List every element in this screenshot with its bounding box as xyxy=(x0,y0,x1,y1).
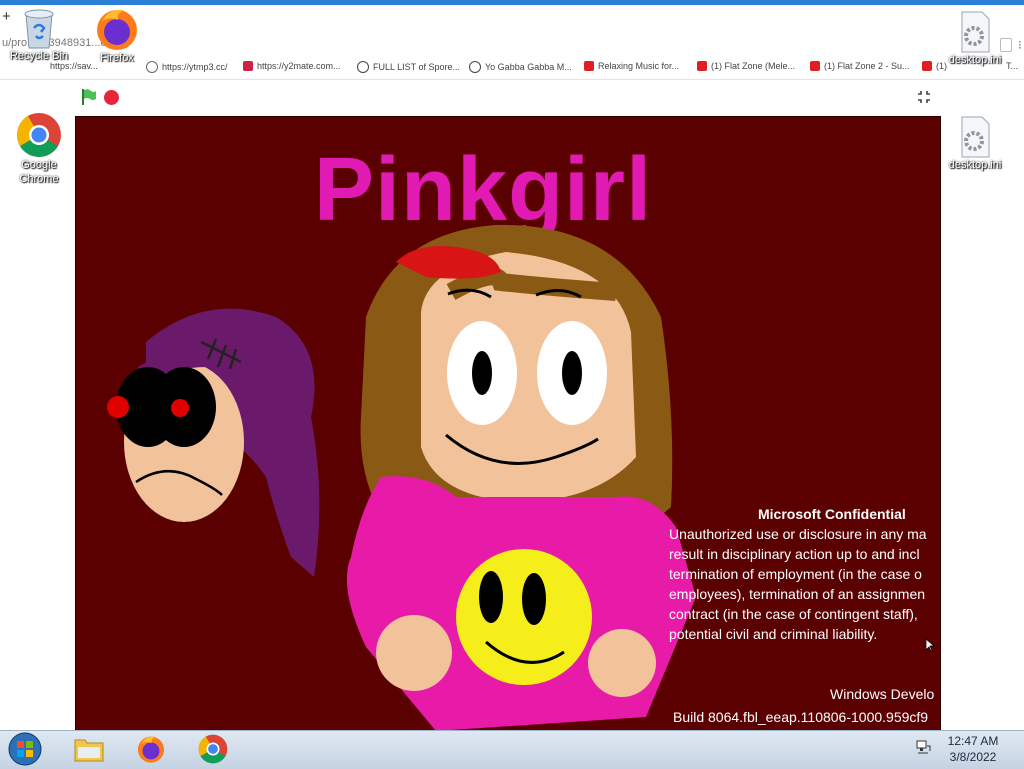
desktop-icon-label: Recycle Bin xyxy=(9,50,69,62)
watermark-heading: Microsoft Confidential xyxy=(758,506,906,522)
watermark-build: Build 8064.fbl_eeap.110806-1000.959cf9 xyxy=(673,709,929,725)
bookmark-favicon-icon xyxy=(469,61,481,73)
bookmark-label: Yo Gabba Gabba M... xyxy=(485,62,572,72)
bookmark-item[interactable]: (1) Flat Zone (Mele... xyxy=(697,61,795,71)
watermark-line: termination of employment (in the case o xyxy=(669,566,922,582)
watermark-line: potential civil and criminal liability. xyxy=(669,626,878,642)
menu-dots-icon[interactable]: ⁝ xyxy=(1018,38,1022,52)
bookmark-item[interactable]: Yo Gabba Gabba M... xyxy=(469,61,572,73)
bookmark-label: (1) Flat Zone (Mele... xyxy=(711,61,796,71)
youtube-icon xyxy=(584,61,594,71)
firefox-icon xyxy=(137,736,165,763)
chrome-icon xyxy=(16,112,62,158)
clock-date: 3/8/2022 xyxy=(949,750,997,764)
desktop-icon-desktop-ini[interactable]: desktop.ini xyxy=(940,10,1010,66)
windows-start-icon xyxy=(8,732,42,766)
watermark-edition: Windows Develo xyxy=(830,686,935,702)
network-icon[interactable] xyxy=(915,739,931,755)
watermark-line: Unauthorized use or disclosure in any ma xyxy=(669,526,927,542)
folder-icon xyxy=(74,739,104,762)
watermark-line: employees), termination of an assignmen xyxy=(669,586,926,602)
fullscreen-exit-icon[interactable] xyxy=(916,89,932,105)
youtube-icon xyxy=(922,61,932,71)
pink-girl-drawing xyxy=(346,224,696,731)
purple-girl-drawing xyxy=(107,308,320,577)
desktop-icon-label: Google Chrome xyxy=(19,159,59,185)
clock-time: 12:47 AM xyxy=(947,734,999,748)
bookmark-favicon-icon xyxy=(243,61,253,71)
desktop-icon-label: Firefox xyxy=(100,52,134,64)
bookmark-item[interactable]: https://y2mate.com... xyxy=(243,61,341,71)
bookmark-item[interactable]: (1) Flat Zone 2 - Su... xyxy=(810,61,910,71)
desktop-icon-desktop-ini[interactable]: desktop.ini xyxy=(940,115,1010,171)
settings-file-icon xyxy=(958,115,992,159)
taskbar-chrome[interactable] xyxy=(196,732,230,766)
desktop-icon-label: desktop.ini xyxy=(948,159,1002,171)
bookmark-label: Relaxing Music for... xyxy=(598,61,680,71)
bookmark-favicon-icon xyxy=(357,61,369,73)
bookmark-item[interactable]: https://ytmp3.cc/ xyxy=(146,61,228,73)
bookmark-label: FULL LIST of Spore... xyxy=(373,62,461,72)
stop-icon[interactable] xyxy=(104,90,119,105)
desktop-icon-label: desktop.ini xyxy=(948,54,1002,66)
watermark-line: contract (in the case of contingent staf… xyxy=(669,606,918,622)
bookmark-label: https://ytmp3.cc/ xyxy=(162,62,228,72)
chrome-icon xyxy=(198,734,228,764)
youtube-icon xyxy=(697,61,707,71)
taskbar-clock[interactable]: 12:47 AM 3/8/2022 xyxy=(944,733,1002,765)
tab-strip xyxy=(0,5,1024,32)
desktop-icon-google-chrome[interactable]: Google Chrome xyxy=(4,112,74,186)
firefox-icon xyxy=(94,6,140,52)
watermark-line: result in disciplinary action up to and … xyxy=(669,546,920,562)
start-button[interactable] xyxy=(8,732,42,766)
desktop-icon-recycle-bin[interactable]: Recycle Bin xyxy=(4,6,74,62)
bookmark-item[interactable]: FULL LIST of Spore... xyxy=(357,61,460,73)
desktop-icon-firefox[interactable]: Firefox xyxy=(82,6,152,64)
youtube-icon xyxy=(810,61,820,71)
address-bar[interactable] xyxy=(0,32,1024,56)
taskbar-firefox[interactable] xyxy=(134,732,168,766)
taskbar-explorer[interactable] xyxy=(72,732,106,766)
recycle-bin-icon xyxy=(22,6,56,50)
bookmark-label: https://y2mate.com... xyxy=(257,61,341,71)
mouse-cursor-icon xyxy=(925,638,936,657)
bookmark-label: (1) Flat Zone 2 - Su... xyxy=(824,61,910,71)
settings-file-icon xyxy=(958,10,992,54)
green-flag-icon[interactable] xyxy=(79,88,97,106)
project-player-bar xyxy=(0,80,1024,116)
bookmark-item[interactable]: Relaxing Music for... xyxy=(584,61,679,71)
